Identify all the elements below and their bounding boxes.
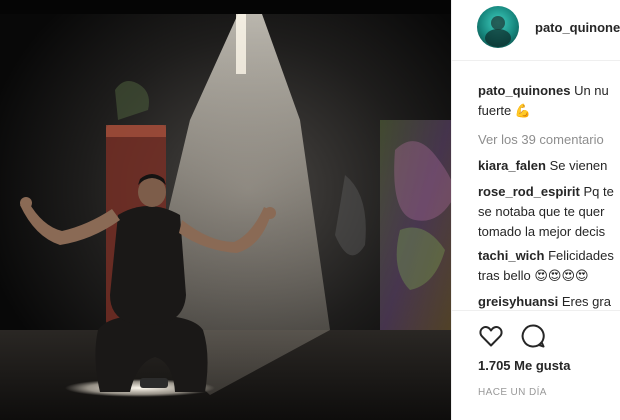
comment-item: rose_rod_espirit Pq te	[478, 183, 614, 201]
header-username[interactable]: pato_quinones	[535, 20, 620, 35]
avatar-image	[485, 16, 511, 47]
comment-username[interactable]: kiara_falen	[478, 158, 546, 173]
comment-text-continued: tomado la mejor decis	[478, 224, 606, 239]
like-button[interactable]	[478, 323, 504, 349]
comment-button[interactable]	[520, 323, 546, 349]
comment-text-continued: tras bello 😍😍😍😍	[478, 268, 589, 283]
comment-text: Pq te	[583, 184, 614, 199]
comment-text: Felicidades	[548, 248, 614, 263]
post-side-panel: pato_quinones pato_quinones Un nu fuerte…	[451, 0, 620, 420]
comment-item: kiara_falen Se vienen	[478, 157, 607, 175]
post-timestamp: HACE UN DÍA	[478, 387, 547, 398]
likes-count[interactable]: 1.705 Me gusta	[478, 358, 571, 373]
caption-text: Un nu	[574, 83, 609, 98]
post-photo[interactable]	[0, 0, 451, 420]
comment-item: greisyhuansi Eres gra	[478, 293, 611, 311]
comment-username[interactable]: tachi_wich	[478, 248, 544, 263]
caption-line-1: pato_quinones Un nu	[478, 82, 609, 100]
comment-text: Se vienen	[549, 158, 608, 173]
comment-username[interactable]: greisyhuansi	[478, 294, 558, 309]
photo-top-strip	[0, 0, 451, 14]
avatar[interactable]	[477, 6, 519, 48]
speech-bubble-icon	[521, 324, 545, 348]
photo-scene	[0, 0, 451, 420]
comment-text-continued: se notaba que te quer	[478, 204, 605, 219]
post-header: pato_quinones	[452, 0, 620, 61]
comment-username[interactable]: rose_rod_espirit	[478, 184, 580, 199]
actions-divider	[452, 310, 620, 311]
heart-outline-icon	[479, 326, 503, 347]
comment-item: tachi_wich Felicidades	[478, 247, 614, 265]
comment-text: Eres gra	[561, 294, 611, 309]
caption-line-2: fuerte 💪	[478, 103, 532, 118]
view-all-comments-link[interactable]: Ver los 39 comentario	[478, 131, 604, 149]
caption-username[interactable]: pato_quinones	[478, 83, 570, 98]
